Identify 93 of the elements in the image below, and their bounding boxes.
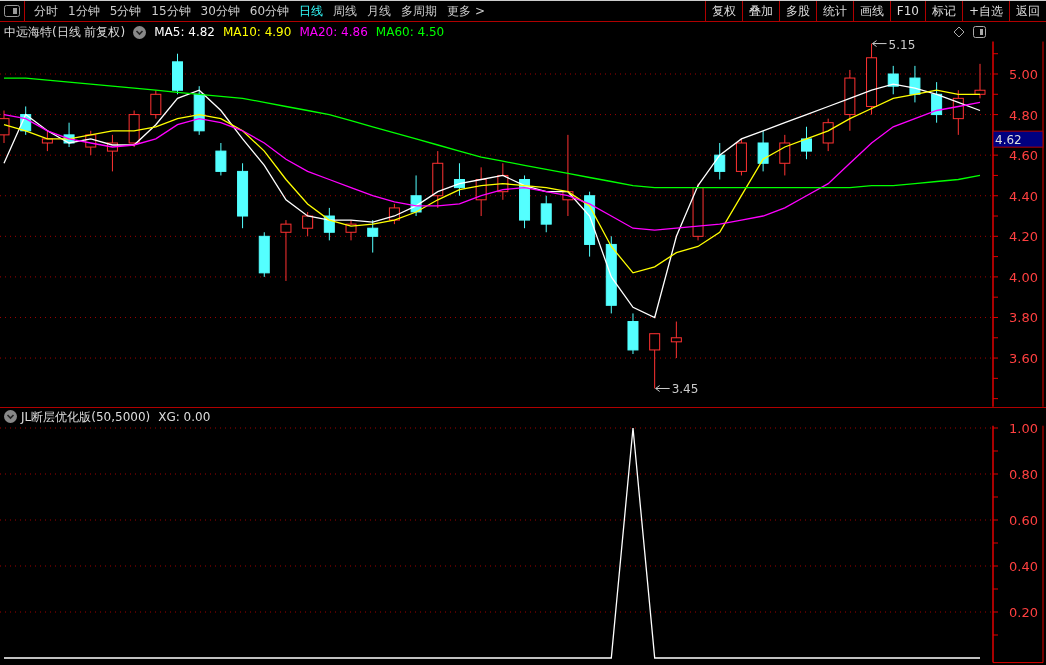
candlestick [63,122,75,148]
axis-label: 3.60 [1009,351,1038,367]
axis-label: 1.00 [1009,421,1038,436]
candlestick [432,150,444,209]
candlestick [649,333,661,389]
candlestick [497,162,509,201]
candlestick [519,174,531,229]
period-tab[interactable]: 5分钟 [104,1,147,21]
period-tab[interactable]: 分时 [29,1,63,21]
candlestick [280,219,292,282]
diamond-icon[interactable] [953,26,965,38]
indicator-value: MA10: 4.90 [222,24,292,41]
period-tab[interactable]: 15分钟 [146,1,196,21]
period-tab[interactable]: 周线 [328,1,363,21]
panel-toggle-icon[interactable] [4,5,20,17]
axis-label: 4.20 [1009,229,1038,245]
price-annotation: 5.15 [872,37,916,52]
axis-label: 0.80 [1009,467,1038,482]
axis-label: 3.80 [1009,310,1038,326]
candlestick [410,174,422,217]
toolbar-button[interactable]: +自选 [961,1,1009,21]
axis-label: 4.80 [1009,107,1038,123]
axis-label: 0.60 [1009,513,1038,528]
annotation: 3.45 [671,382,699,397]
candlestick [714,142,726,180]
candlestick [0,110,10,144]
candlestick [345,219,357,241]
toolbar-button[interactable]: 画线 [852,1,890,21]
panel-toggle-icon[interactable] [973,26,986,38]
candlestick [258,231,270,278]
period-tab[interactable]: 更多 > [442,1,490,21]
candlestick [952,89,964,136]
axis-label: 0.40 [1009,559,1038,574]
candlestick [844,69,856,132]
price-annotation: 3.45 [655,382,699,397]
candlestick [801,126,812,160]
candlestick [20,105,32,136]
chart-title: 中远海特(日线 前复权) [4,24,126,41]
period-tab[interactable]: 60分钟 [244,1,295,21]
candlestick [106,134,118,172]
candlestick [302,211,314,237]
toolbar-button[interactable]: 复权 [704,1,742,21]
candlestick [367,219,379,254]
candlestick [822,118,834,152]
chevron-down-icon[interactable] [133,25,147,39]
toolbar-button[interactable]: 叠加 [741,1,779,21]
candlestick [974,63,986,99]
toolbar-button[interactable]: F10 [889,1,925,21]
toolbar-button[interactable]: 返回 [1009,1,1046,21]
indicator-value: MA60: 4.50 [375,24,445,41]
toolbar-button[interactable]: 标记 [924,1,962,21]
candlestick [237,162,249,229]
candlestick [323,207,335,241]
indicator-title: JL断层优化版(50,5000) [21,408,151,426]
candlestick [172,53,183,95]
period-tab[interactable]: 多周期 [396,1,443,21]
candlestick [150,89,162,120]
candlestick [215,142,227,176]
axis-label: 0.20 [1009,605,1038,620]
candlestick [627,312,639,355]
candlestick [887,65,899,95]
candlestick [85,130,97,156]
toolbar-button[interactable]: 多股 [778,1,816,21]
indicator-value: MA5: 4.82 [154,24,215,41]
period-tab[interactable]: 月线 [362,1,397,21]
axis-label: 5.00 [1009,67,1038,82]
candlestick [193,85,205,136]
axis-label: 4.60 [1009,148,1038,164]
candlestick [584,191,596,258]
candlestick [779,134,791,176]
candlestick [41,130,53,152]
toolbar-button[interactable]: 统计 [815,1,853,21]
annotation: 5.15 [888,37,916,52]
current-price-tag: 4.62 [992,130,1044,148]
candlestick [670,321,682,359]
candlestick [931,81,943,124]
axis-label: 4.40 [1009,188,1038,204]
period-tab[interactable]: 30分钟 [195,1,245,21]
chevron-down-icon[interactable] [4,410,17,423]
candlestick [692,183,704,241]
candlestick [475,166,487,217]
candlestick [540,195,552,233]
candlestick [128,110,140,148]
indicator-value: XG: 0.00 [158,408,211,426]
candlestick [757,130,769,172]
axis-label: 4.00 [1009,269,1038,285]
candlestick [909,65,921,103]
candlestick [388,203,400,225]
candlestick [453,162,465,197]
indicator-value: MA20: 4.86 [299,24,368,41]
candlestick [735,138,747,176]
period-tab[interactable]: 1分钟 [63,1,105,21]
period-tab[interactable]: 日线 [294,1,329,21]
